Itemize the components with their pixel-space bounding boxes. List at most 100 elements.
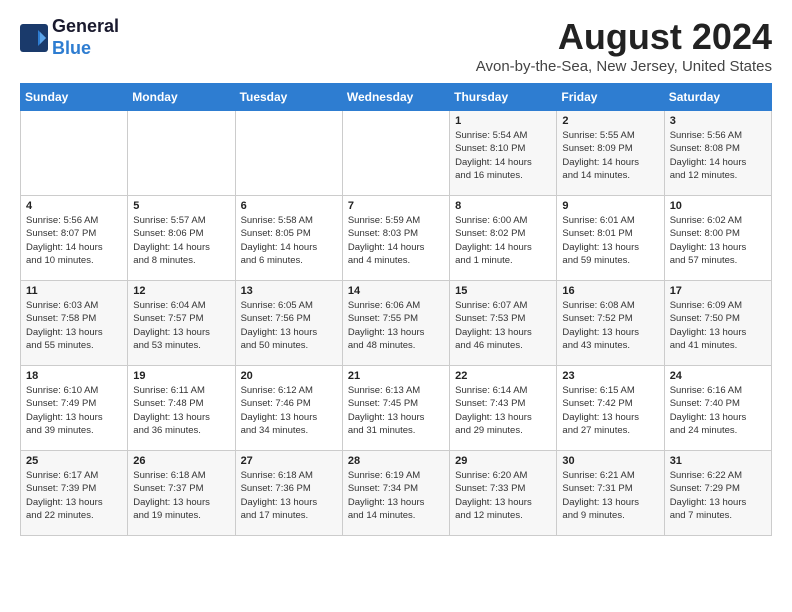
day-number: 4	[26, 200, 122, 212]
calendar-cell: 18 Sunrise: 6:10 AM Sunset: 7:49 PM Dayli…	[21, 366, 128, 451]
day-number: 23	[562, 370, 658, 382]
day-info: Sunrise: 6:21 AM Sunset: 7:31 PM Dayligh…	[562, 469, 658, 522]
calendar-cell: 7 Sunrise: 5:59 AM Sunset: 8:03 PM Daylig…	[342, 196, 449, 281]
day-number: 5	[133, 200, 229, 212]
calendar-cell: 29 Sunrise: 6:20 AM Sunset: 7:33 PM Dayli…	[450, 451, 557, 536]
calendar-cell: 1 Sunrise: 5:54 AM Sunset: 8:10 PM Daylig…	[450, 111, 557, 196]
calendar-cell: 19Sunrise: 6:11 AM Sunset: 7:48 PM Dayli…	[128, 366, 235, 451]
calendar-cell: 20Sunrise: 6:12 AM Sunset: 7:46 PM Dayli…	[235, 366, 342, 451]
calendar-cell: 30Sunrise: 6:21 AM Sunset: 7:31 PM Dayli…	[557, 451, 664, 536]
day-number: 21	[348, 370, 444, 382]
day-number: 8	[455, 200, 551, 212]
day-number: 16	[562, 285, 658, 297]
calendar-cell: 15 Sunrise: 6:07 AM Sunset: 7:53 PM Dayli…	[450, 281, 557, 366]
day-number: 27	[241, 455, 337, 467]
day-header-tuesday: Tuesday	[235, 84, 342, 111]
day-number: 31	[670, 455, 766, 467]
day-info: Sunrise: 6:20 AM Sunset: 7:33 PM Dayligh…	[455, 469, 551, 522]
day-number: 15	[455, 285, 551, 297]
day-number: 25	[26, 455, 122, 467]
title-block: August 2024 Avon-by-the-Sea, New Jersey,…	[476, 16, 772, 75]
calendar-cell: 31 Sunrise: 6:22 AM Sunset: 7:29 PM Dayli…	[664, 451, 771, 536]
day-number: 2	[562, 115, 658, 127]
day-number: 1	[455, 115, 551, 127]
day-number: 14	[348, 285, 444, 297]
day-info: Sunrise: 5:56 AM Sunset: 8:07 PM Dayligh…	[26, 214, 122, 267]
day-info: Sunrise: 6:18 AM Sunset: 7:37 PM Dayligh…	[133, 469, 229, 522]
day-number: 18	[26, 370, 122, 382]
logo-line1: General	[52, 16, 119, 38]
day-info: Sunrise: 6:02 AM Sunset: 8:00 PM Dayligh…	[670, 214, 766, 267]
calendar-cell: 28 Sunrise: 6:19 AM Sunset: 7:34 PM Dayli…	[342, 451, 449, 536]
day-info: Sunrise: 5:55 AM Sunset: 8:09 PM Dayligh…	[562, 129, 658, 182]
page-header: General Blue August 2024 Avon-by-the-Sea…	[20, 16, 772, 75]
day-info: Sunrise: 6:07 AM Sunset: 7:53 PM Dayligh…	[455, 299, 551, 352]
day-info: Sunrise: 6:18 AM Sunset: 7:36 PM Dayligh…	[241, 469, 337, 522]
day-info: Sunrise: 6:01 AM Sunset: 8:01 PM Dayligh…	[562, 214, 658, 267]
day-info: Sunrise: 6:17 AM Sunset: 7:39 PM Dayligh…	[26, 469, 122, 522]
calendar-cell	[235, 111, 342, 196]
day-info: Sunrise: 6:22 AM Sunset: 7:29 PM Dayligh…	[670, 469, 766, 522]
day-number: 12	[133, 285, 229, 297]
day-info: Sunrise: 6:09 AM Sunset: 7:50 PM Dayligh…	[670, 299, 766, 352]
day-info: Sunrise: 6:08 AM Sunset: 7:52 PM Dayligh…	[562, 299, 658, 352]
month-year: August 2024	[476, 16, 772, 58]
day-number: 13	[241, 285, 337, 297]
calendar-cell: 8 Sunrise: 6:00 AM Sunset: 8:02 PM Daylig…	[450, 196, 557, 281]
calendar-cell: 3Sunrise: 5:56 AM Sunset: 8:08 PM Daylig…	[664, 111, 771, 196]
day-info: Sunrise: 6:05 AM Sunset: 7:56 PM Dayligh…	[241, 299, 337, 352]
day-info: Sunrise: 6:14 AM Sunset: 7:43 PM Dayligh…	[455, 384, 551, 437]
calendar-cell: 14 Sunrise: 6:06 AM Sunset: 7:55 PM Dayli…	[342, 281, 449, 366]
calendar-cell: 26Sunrise: 6:18 AM Sunset: 7:37 PM Dayli…	[128, 451, 235, 536]
day-number: 3	[670, 115, 766, 127]
calendar-cell: 27 Sunrise: 6:18 AM Sunset: 7:36 PM Dayli…	[235, 451, 342, 536]
day-number: 7	[348, 200, 444, 212]
day-info: Sunrise: 6:16 AM Sunset: 7:40 PM Dayligh…	[670, 384, 766, 437]
calendar-cell: 5 Sunrise: 5:57 AM Sunset: 8:06 PM Daylig…	[128, 196, 235, 281]
logo: General Blue	[20, 16, 119, 59]
day-info: Sunrise: 6:11 AM Sunset: 7:48 PM Dayligh…	[133, 384, 229, 437]
calendar-cell: 17 Sunrise: 6:09 AM Sunset: 7:50 PM Dayli…	[664, 281, 771, 366]
calendar-cell: 2 Sunrise: 5:55 AM Sunset: 8:09 PM Daylig…	[557, 111, 664, 196]
calendar-cell: 23 Sunrise: 6:15 AM Sunset: 7:42 PM Dayli…	[557, 366, 664, 451]
day-number: 17	[670, 285, 766, 297]
day-info: Sunrise: 6:03 AM Sunset: 7:58 PM Dayligh…	[26, 299, 122, 352]
day-info: Sunrise: 5:58 AM Sunset: 8:05 PM Dayligh…	[241, 214, 337, 267]
day-info: Sunrise: 6:10 AM Sunset: 7:49 PM Dayligh…	[26, 384, 122, 437]
day-info: Sunrise: 6:04 AM Sunset: 7:57 PM Dayligh…	[133, 299, 229, 352]
day-number: 28	[348, 455, 444, 467]
day-header-wednesday: Wednesday	[342, 84, 449, 111]
day-header-thursday: Thursday	[450, 84, 557, 111]
day-info: Sunrise: 6:06 AM Sunset: 7:55 PM Dayligh…	[348, 299, 444, 352]
calendar-cell: 21 Sunrise: 6:13 AM Sunset: 7:45 PM Dayli…	[342, 366, 449, 451]
day-number: 10	[670, 200, 766, 212]
calendar-cell: 11 Sunrise: 6:03 AM Sunset: 7:58 PM Dayli…	[21, 281, 128, 366]
day-header-friday: Friday	[557, 84, 664, 111]
day-header-sunday: Sunday	[21, 84, 128, 111]
calendar-cell: 6 Sunrise: 5:58 AM Sunset: 8:05 PM Daylig…	[235, 196, 342, 281]
calendar-table: SundayMondayTuesdayWednesdayThursdayFrid…	[20, 83, 772, 536]
day-info: Sunrise: 5:59 AM Sunset: 8:03 PM Dayligh…	[348, 214, 444, 267]
calendar-cell: 24 Sunrise: 6:16 AM Sunset: 7:40 PM Dayli…	[664, 366, 771, 451]
calendar-cell	[21, 111, 128, 196]
day-number: 22	[455, 370, 551, 382]
calendar-cell: 12 Sunrise: 6:04 AM Sunset: 7:57 PM Dayli…	[128, 281, 235, 366]
day-number: 29	[455, 455, 551, 467]
day-info: Sunrise: 6:19 AM Sunset: 7:34 PM Dayligh…	[348, 469, 444, 522]
day-number: 11	[26, 285, 122, 297]
calendar-cell	[128, 111, 235, 196]
day-number: 24	[670, 370, 766, 382]
day-info: Sunrise: 6:00 AM Sunset: 8:02 PM Dayligh…	[455, 214, 551, 267]
day-header-saturday: Saturday	[664, 84, 771, 111]
calendar-cell: 13 Sunrise: 6:05 AM Sunset: 7:56 PM Dayli…	[235, 281, 342, 366]
day-number: 9	[562, 200, 658, 212]
day-info: Sunrise: 5:57 AM Sunset: 8:06 PM Dayligh…	[133, 214, 229, 267]
calendar-cell: 16 Sunrise: 6:08 AM Sunset: 7:52 PM Dayli…	[557, 281, 664, 366]
calendar-cell: 9 Sunrise: 6:01 AM Sunset: 8:01 PM Daylig…	[557, 196, 664, 281]
calendar-cell	[342, 111, 449, 196]
day-info: Sunrise: 6:15 AM Sunset: 7:42 PM Dayligh…	[562, 384, 658, 437]
day-number: 6	[241, 200, 337, 212]
day-info: Sunrise: 5:54 AM Sunset: 8:10 PM Dayligh…	[455, 129, 551, 182]
day-info: Sunrise: 6:13 AM Sunset: 7:45 PM Dayligh…	[348, 384, 444, 437]
calendar-cell: 22 Sunrise: 6:14 AM Sunset: 7:43 PM Dayli…	[450, 366, 557, 451]
